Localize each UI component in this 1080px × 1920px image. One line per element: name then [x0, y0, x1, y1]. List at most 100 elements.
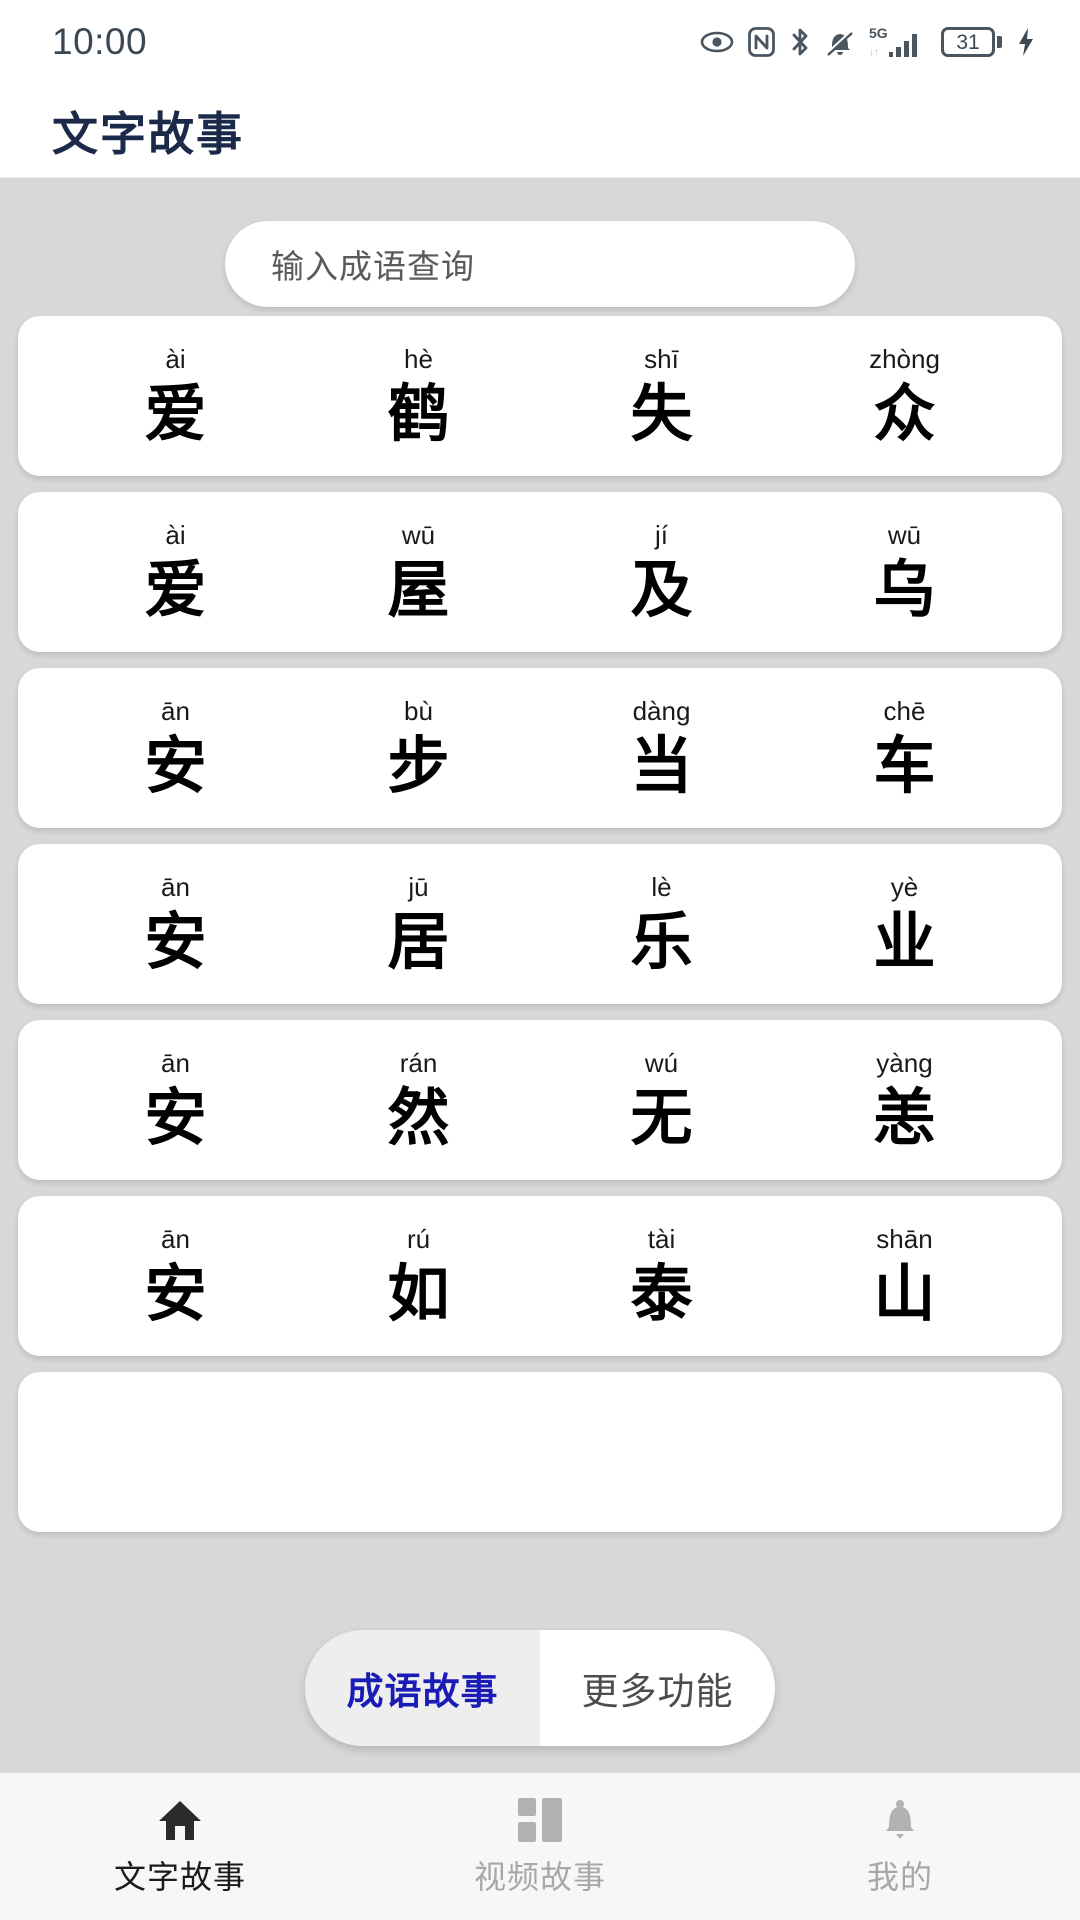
hanzi-label: 山 — [873, 1260, 936, 1329]
nfc-icon — [748, 27, 775, 57]
grid-icon — [518, 1796, 562, 1842]
pinyin-label: ān — [161, 872, 190, 902]
idiom-char-cell: rú 如 — [339, 1226, 499, 1326]
nav-item-mine[interactable]: 我的 — [720, 1796, 1080, 1898]
idiom-card[interactable]: ān 安 bù 步 dàng 当 chē 车 — [18, 668, 1062, 828]
battery-level-label: 31 — [956, 30, 980, 54]
pinyin-label: shān — [876, 1224, 933, 1254]
segmented-tab-1[interactable]: 成语故事 — [305, 1630, 540, 1746]
idiom-card[interactable]: ān 安 jū 居 lè 乐 yè 业 — [18, 844, 1062, 1004]
page-title: 文字故事 — [52, 107, 244, 160]
pinyin-label: wū — [401, 520, 436, 550]
hanzi-label: 业 — [873, 908, 936, 977]
nav-item-video-stories[interactable]: 视频故事 — [360, 1796, 720, 1898]
hanzi-label: 恙 — [873, 1084, 936, 1153]
idiom-char-cell: jū 居 — [339, 874, 499, 974]
idiom-char-cell: yàng 恙 — [825, 1050, 985, 1150]
hanzi-label: 无 — [630, 1084, 693, 1153]
idiom-char-cell: ān 安 — [96, 1050, 256, 1150]
eye-icon — [700, 30, 734, 54]
idiom-char-cell: dàng 当 — [582, 698, 742, 798]
pinyin-label: rán — [399, 1048, 438, 1078]
pinyin-label: tài — [647, 1224, 676, 1254]
idiom-char-cell: chē 车 — [825, 698, 985, 798]
nav-item-text-stories[interactable]: 文字故事 — [0, 1796, 360, 1898]
hanzi-label: 众 — [873, 380, 936, 449]
status-icon-tray: 5G ↓↑ 31 — [700, 25, 1036, 59]
pinyin-label: ài — [165, 344, 186, 374]
pinyin-label: zhòng — [869, 344, 940, 374]
idiom-card[interactable]: ài 爱 hè 鹤 shī 失 zhòng 众 — [18, 316, 1062, 476]
svg-text:↓↑: ↓↑ — [869, 47, 879, 58]
pinyin-label: ān — [161, 696, 190, 726]
pinyin-label: wū — [887, 520, 922, 550]
pinyin-label: yè — [890, 872, 919, 902]
hanzi-label: 安 — [144, 1260, 207, 1329]
pinyin-label: ān — [161, 1224, 190, 1254]
idiom-card[interactable]: ān 安 rán 然 wú 无 yàng 恙 — [18, 1020, 1062, 1180]
pinyin-label: hè — [404, 344, 433, 374]
hanzi-label: 车 — [873, 732, 936, 801]
battery-icon: 31 — [941, 27, 1002, 57]
idiom-card-partial[interactable] — [18, 1372, 1062, 1532]
hanzi-label: 然 — [387, 1084, 450, 1153]
search-placeholder: 输入成语查询 — [271, 248, 475, 285]
segmented-tab-2[interactable]: 更多功能 — [540, 1630, 775, 1746]
hanzi-label: 安 — [144, 908, 207, 977]
charging-bolt-icon — [1016, 27, 1036, 57]
hanzi-label: 及 — [630, 556, 693, 625]
hanzi-label: 乐 — [630, 908, 693, 977]
segmented-tab-control[interactable]: 成语故事 更多功能 — [305, 1630, 775, 1746]
search-input[interactable]: 输入成语查询 — [225, 221, 855, 307]
bluetooth-icon — [789, 26, 811, 58]
pinyin-label: rú — [406, 1224, 431, 1254]
idiom-char-cell: bù 步 — [339, 698, 499, 798]
bell-muted-icon — [825, 26, 855, 58]
status-clock: 10:00 — [52, 21, 148, 62]
hanzi-label: 乌 — [873, 556, 936, 625]
idiom-card-list[interactable]: ài 爱 hè 鹤 shī 失 zhòng 众 ài 爱 wū 屋 jí 及 wū 乌 ān 安 bù 步 dàng 当 c… — [0, 316, 1080, 1604]
pinyin-label: ān — [161, 1048, 190, 1078]
app-header: 文字故事 — [0, 84, 1080, 178]
hanzi-label: 步 — [387, 732, 450, 801]
idiom-char-cell: ān 安 — [96, 698, 256, 798]
pinyin-label: yàng — [876, 1048, 933, 1078]
idiom-char-cell: ān 安 — [96, 1226, 256, 1326]
pinyin-label: dàng — [632, 696, 691, 726]
bottom-navigation-bar: 文字故事 视频故事 我的 — [0, 1772, 1080, 1920]
hanzi-label: 当 — [630, 732, 693, 801]
idiom-char-cell: jí 及 — [582, 522, 742, 622]
idiom-card[interactable]: ài 爱 wū 屋 jí 及 wū 乌 — [18, 492, 1062, 652]
idiom-char-cell: zhòng 众 — [825, 346, 985, 446]
hanzi-label: 失 — [630, 380, 693, 449]
idiom-char-cell: lè 乐 — [582, 874, 742, 974]
nav-label-video-stories: 视频故事 — [473, 1858, 606, 1895]
content-area: 输入成语查询 ài 爱 hè 鹤 shī 失 zhòng 众 ài 爱 wū 屋 jí 及 wū 乌 ān 安 bù… — [0, 178, 1080, 1772]
svg-text:5G: 5G — [869, 25, 888, 41]
nav-label-mine: 我的 — [866, 1858, 933, 1895]
pinyin-label: ài — [165, 520, 186, 550]
idiom-char-cell: ài 爱 — [96, 346, 256, 446]
signal-5g-icon: 5G ↓↑ — [869, 25, 927, 59]
segmented-tab-wrap: 成语故事 更多功能 — [0, 1604, 1080, 1772]
home-icon — [157, 1796, 203, 1842]
hanzi-label: 如 — [387, 1260, 450, 1329]
idiom-char-cell: wú 无 — [582, 1050, 742, 1150]
status-bar: 10:00 5G ↓↑ 31 — [0, 0, 1080, 84]
idiom-card[interactable]: ān 安 rú 如 tài 泰 shān 山 — [18, 1196, 1062, 1356]
hanzi-label: 安 — [144, 1084, 207, 1153]
idiom-char-cell: shān 山 — [825, 1226, 985, 1326]
idiom-char-cell: ài 爱 — [96, 522, 256, 622]
idiom-char-cell: tài 泰 — [582, 1226, 742, 1326]
hanzi-label: 安 — [144, 732, 207, 801]
idiom-char-cell: ān 安 — [96, 874, 256, 974]
hanzi-label: 爱 — [144, 556, 207, 625]
pinyin-label: lè — [651, 872, 672, 902]
pinyin-label: shī — [644, 344, 679, 374]
idiom-char-cell: hè 鹤 — [339, 346, 499, 446]
idiom-char-cell: shī 失 — [582, 346, 742, 446]
search-row: 输入成语查询 — [0, 178, 1080, 316]
hanzi-label: 鹤 — [387, 380, 450, 449]
app-screen: 10:00 5G ↓↑ 31 文字故事 输入成语查询 ài 爱 hè 鹤 shī… — [0, 0, 1080, 1920]
pinyin-label: jū — [408, 872, 429, 902]
